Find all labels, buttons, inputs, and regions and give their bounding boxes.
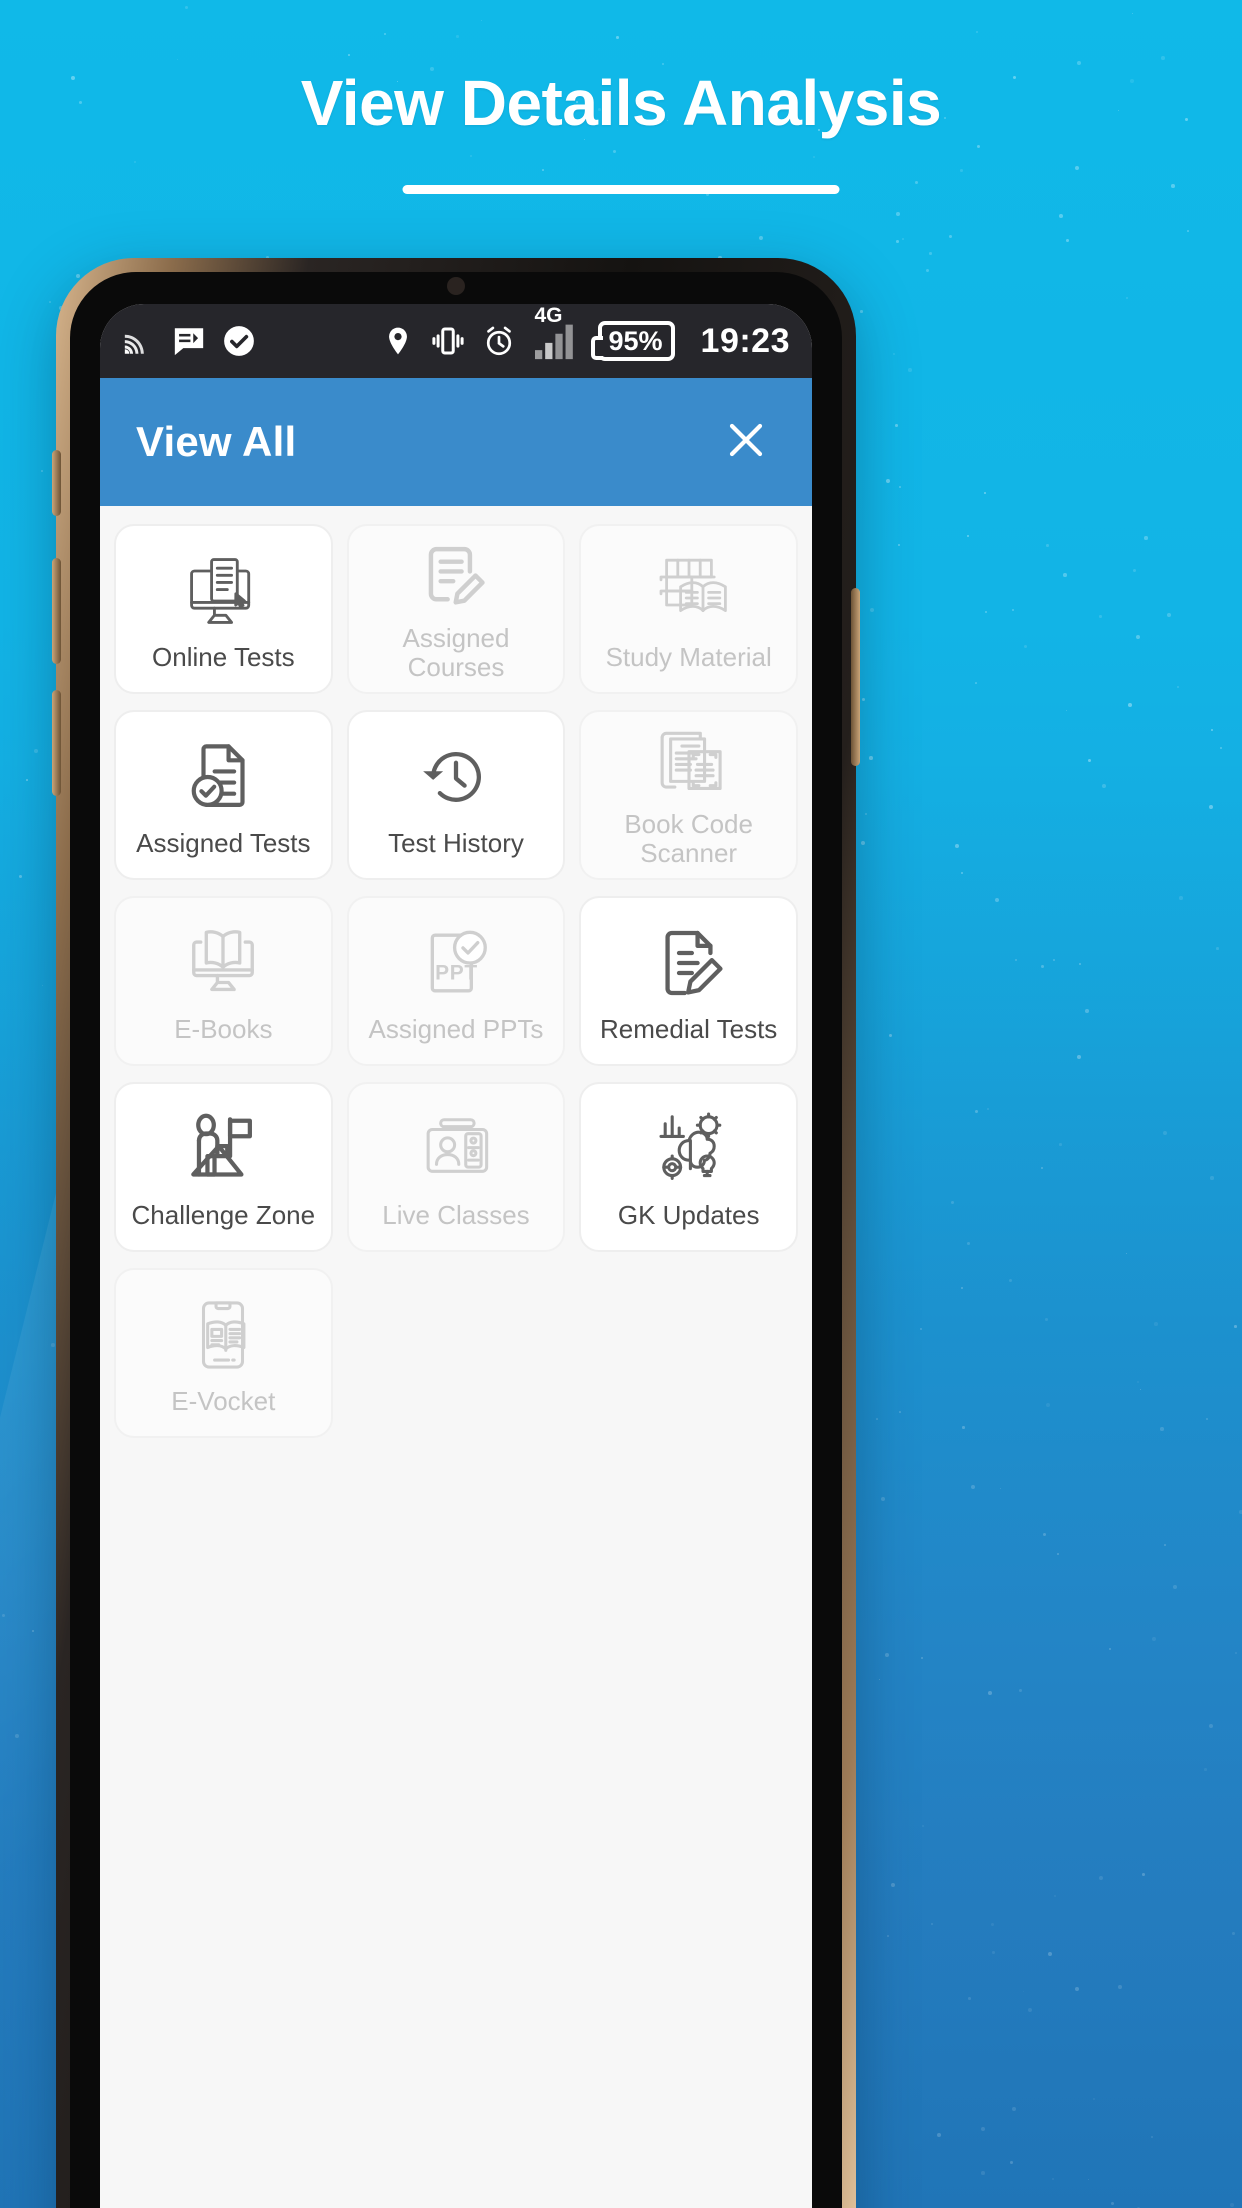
brain-knowledge-icon — [647, 1103, 731, 1195]
menu-tile-study-material: Study Material — [579, 524, 798, 694]
signal-bars-icon: 4G — [532, 305, 578, 361]
phone-book-icon — [184, 1289, 262, 1381]
menu-tile-label: Challenge Zone — [131, 1200, 316, 1231]
menu-tile-label: E-Vocket — [171, 1386, 276, 1417]
alarm-clock-icon — [482, 324, 516, 358]
video-classroom-icon — [416, 1103, 496, 1195]
battery-percentage: 95% — [608, 325, 663, 356]
menu-scroll-area[interactable]: Online Tests Assigned Courses Study Mate… — [100, 506, 812, 2208]
monitor-open-book-icon — [183, 917, 263, 1009]
menu-tile-challenge-zone[interactable]: Challenge Zone — [114, 1082, 333, 1252]
menu-tile-live-classes: Live Classes — [346, 1082, 566, 1252]
menu-tile-label: Book Code Scanner — [624, 808, 753, 868]
menu-tile-e-vocket: E-Vocket — [114, 1268, 333, 1438]
menu-tile-label: Live Classes — [382, 1200, 530, 1231]
signal-waves-icon — [122, 324, 156, 358]
menu-tile-label: Assigned PPTs — [368, 1014, 544, 1045]
close-button[interactable] — [716, 412, 776, 472]
title-underline — [402, 185, 840, 194]
battery-indicator: 95% — [591, 321, 675, 361]
menu-tile-online-tests[interactable]: Online Tests — [114, 524, 333, 694]
menu-tile-e-books: E-Books — [114, 896, 333, 1066]
menu-tile-assigned-ppts: PPT Assigned PPTs — [346, 896, 566, 1066]
phone-screen: 4G 95% 19:23 View All Online Tests Assig… — [100, 304, 812, 2208]
vibrate-icon — [430, 323, 466, 359]
check-circle-icon — [222, 324, 256, 358]
document-pencil-icon — [417, 536, 495, 618]
menu-tile-gk-updates[interactable]: GK Updates — [579, 1082, 798, 1252]
front-camera-icon — [447, 277, 465, 295]
status-bar-left — [122, 324, 256, 358]
app-bar: View All — [100, 378, 812, 506]
menu-tile-label: E-Books — [174, 1014, 273, 1045]
menu-tile-book-code-scanner: Book Code Scanner — [579, 710, 798, 880]
menu-tile-label: Assigned Courses — [402, 622, 510, 682]
screenshot-root: View Details Analysis 4G 95% 19:23 View … — [0, 0, 1242, 2208]
menu-tile-label: GK Updates — [617, 1200, 760, 1231]
menu-tile-assigned-tests[interactable]: Assigned Tests — [114, 710, 333, 880]
monitor-document-icon — [183, 545, 263, 637]
menu-tile-label: Online Tests — [152, 642, 295, 673]
menu-tile-test-history[interactable]: Test History — [346, 710, 566, 880]
menu-tile-label: Assigned Tests — [136, 828, 311, 859]
phone-bezel: 4G 95% 19:23 View All Online Tests Assig… — [70, 272, 842, 2208]
location-pin-icon — [382, 325, 414, 357]
bookshelf-book-icon — [647, 545, 731, 637]
menu-grid: Online Tests Assigned Courses Study Mate… — [114, 524, 798, 1438]
phone-mockup: 4G 95% 19:23 View All Online Tests Assig… — [52, 258, 860, 2208]
close-icon — [722, 416, 770, 469]
page-title: View Details Analysis — [300, 67, 942, 139]
app-bar-title: View All — [136, 418, 297, 465]
document-check-icon — [184, 731, 262, 823]
phone-button-silent — [52, 450, 61, 516]
flag-climber-icon — [182, 1103, 264, 1195]
status-bar-right: 4G 95% 19:23 — [382, 305, 790, 361]
menu-tile-label: Study Material — [605, 642, 772, 673]
phone-button-volume-down — [52, 690, 61, 796]
menu-tile-label: Remedial Tests — [600, 1014, 778, 1045]
svg-text:PPT: PPT — [435, 962, 478, 985]
menu-tile-assigned-courses: Assigned Courses — [346, 524, 566, 694]
book-scan-icon — [648, 722, 730, 804]
network-type-label: 4G — [534, 304, 563, 327]
message-bubble-icon — [172, 324, 206, 358]
status-bar: 4G 95% 19:23 — [100, 304, 812, 378]
document-edit-icon — [649, 917, 729, 1009]
ppt-check-icon: PPT — [417, 917, 495, 1009]
clock-time: 19:23 — [700, 321, 790, 360]
phone-button-volume-up — [52, 558, 61, 664]
clock-history-icon — [416, 731, 496, 823]
menu-tile-label: Test History — [388, 828, 524, 859]
menu-tile-remedial-tests[interactable]: Remedial Tests — [579, 896, 798, 1066]
phone-button-power — [851, 588, 860, 766]
